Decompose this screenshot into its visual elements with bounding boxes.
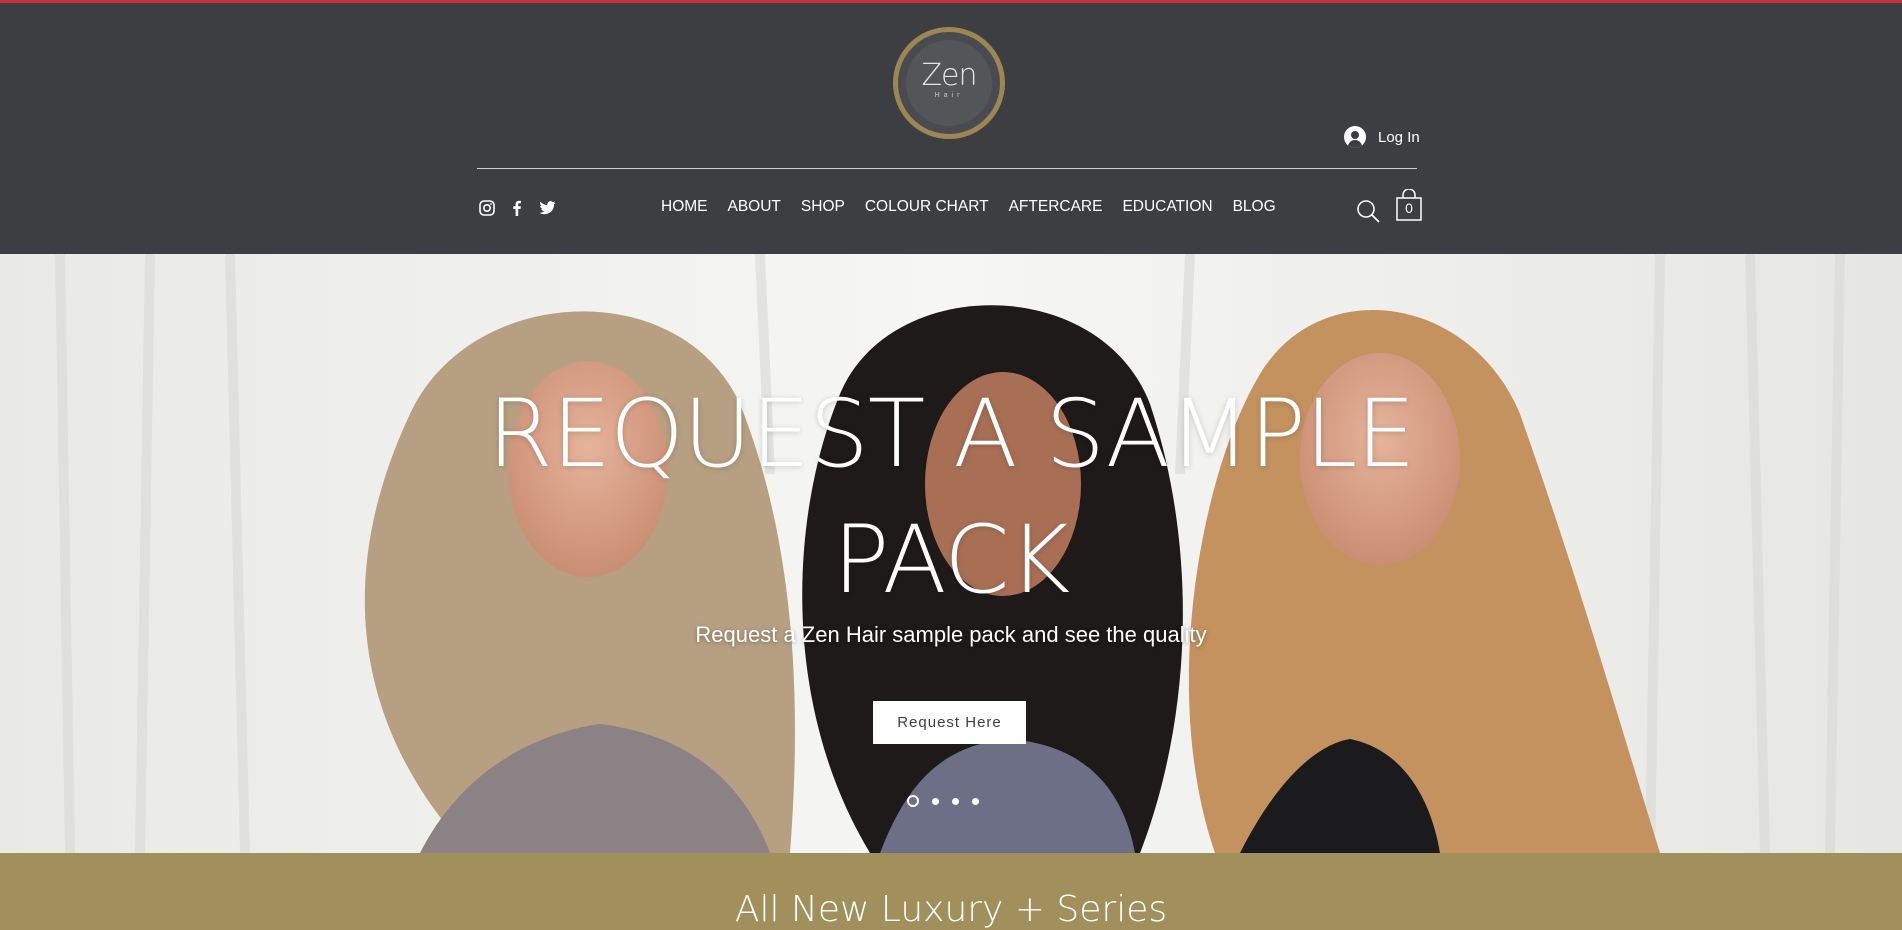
logo-sub: Hair <box>934 92 964 99</box>
slide-indicators <box>907 795 979 807</box>
facebook-icon[interactable] <box>508 199 526 217</box>
login-label: Log In <box>1378 128 1420 146</box>
instagram-icon[interactable] <box>478 199 496 217</box>
main-nav: HOME ABOUT SHOP COLOUR CHART AFTERCARE E… <box>661 198 1276 216</box>
section-title: All New Luxury + Series <box>734 889 1168 930</box>
slide-dot-3[interactable] <box>952 797 959 805</box>
twitter-icon[interactable] <box>538 199 556 217</box>
cart-button[interactable]: 0 <box>1396 188 1422 221</box>
nav-blog[interactable]: BLOG <box>1233 198 1276 216</box>
user-avatar-icon <box>1344 126 1366 148</box>
logo-word: Zen <box>921 58 977 93</box>
slide-dot-1[interactable] <box>907 795 919 807</box>
login-button[interactable]: Log In <box>1344 126 1420 148</box>
cart-count: 0 <box>1405 200 1413 216</box>
slide-dot-4[interactable] <box>972 797 979 805</box>
nav-aftercare[interactable]: AFTERCARE <box>1009 198 1103 216</box>
slide-dot-2[interactable] <box>932 797 939 805</box>
hero-title-line-2: PACK <box>832 506 1071 615</box>
luxury-series-section: All New Luxury + Series <box>0 853 1902 930</box>
search-icon[interactable] <box>1356 199 1380 223</box>
social-links <box>478 199 556 217</box>
nav-colour-chart[interactable]: COLOUR CHART <box>865 198 989 216</box>
nav-home[interactable]: HOME <box>661 198 708 216</box>
logo[interactable]: Zen Hair <box>893 27 1005 139</box>
nav-shop[interactable]: SHOP <box>801 198 845 216</box>
hero-subtitle: Request a Zen Hair sample pack and see t… <box>695 622 1207 647</box>
nav-about[interactable]: ABOUT <box>728 198 781 216</box>
hero-title-line-1: REQUEST A SAMPLE <box>487 380 1415 489</box>
hero-title: REQUEST A SAMPLE PACK <box>451 372 1451 624</box>
hero-slideshow: REQUEST A SAMPLE PACK Request a Zen Hair… <box>0 254 1902 853</box>
header-divider <box>477 168 1417 169</box>
site-header: Zen Hair Log In HOME ABOUT SHOP COLOUR C… <box>0 3 1902 254</box>
request-here-button[interactable]: Request Here <box>873 701 1026 744</box>
nav-education[interactable]: EDUCATION <box>1122 198 1212 216</box>
